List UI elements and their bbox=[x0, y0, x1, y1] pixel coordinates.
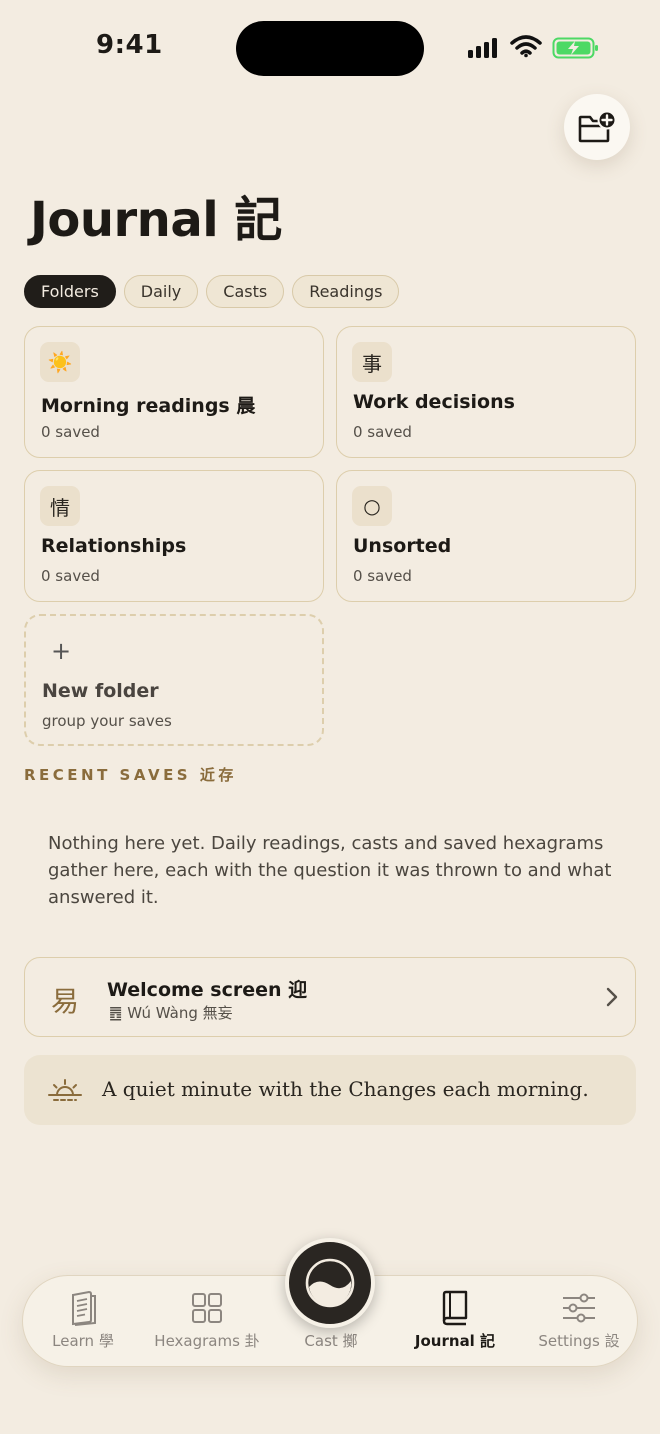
folder-name: Work decisions bbox=[353, 391, 515, 413]
new-folder-card[interactable]: + New folder group your saves bbox=[24, 614, 324, 746]
folder-count: 0 saved bbox=[353, 423, 412, 441]
tab-hexagrams[interactable]: Hexagrams 卦 bbox=[147, 1276, 267, 1368]
folder-plus-icon bbox=[578, 110, 617, 143]
sunrise-icon bbox=[48, 1079, 82, 1101]
tab-journal[interactable]: Journal 記 bbox=[395, 1276, 515, 1368]
cellular-signal-icon bbox=[468, 38, 497, 58]
tab-label: Hexagrams 卦 bbox=[154, 1332, 260, 1350]
book-pages-icon bbox=[72, 1290, 96, 1326]
relationship-glyph-icon: 情 bbox=[40, 486, 80, 526]
tab-label: Journal 記 bbox=[414, 1332, 496, 1350]
daily-quote-banner: A quiet minute with the Changes each mor… bbox=[24, 1055, 636, 1125]
wifi-icon bbox=[510, 35, 542, 58]
grid-icon bbox=[192, 1293, 222, 1323]
welcome-subtitle: ䷘ Wú Wàng 無妄 bbox=[109, 1004, 233, 1022]
folder-count: 0 saved bbox=[41, 423, 100, 441]
folder-name: Unsorted bbox=[353, 535, 452, 557]
welcome-screen-row[interactable]: 易 Welcome screen 迎 ䷘ Wú Wàng 無妄 bbox=[24, 957, 636, 1037]
chip-readings[interactable]: Readings bbox=[292, 275, 400, 308]
dynamic-island bbox=[236, 21, 424, 76]
tab-label: Cast 擲 bbox=[304, 1332, 358, 1350]
sliders-icon bbox=[563, 1293, 595, 1323]
tab-label: Learn 學 bbox=[52, 1332, 114, 1350]
cast-button[interactable] bbox=[285, 1238, 375, 1328]
quote-text: A quiet minute with the Changes each mor… bbox=[102, 1077, 589, 1101]
recent-saves-heading: RECENT SAVES 近存 bbox=[24, 766, 237, 784]
welcome-title: Welcome screen 迎 bbox=[107, 979, 308, 1001]
chip-daily[interactable]: Daily bbox=[123, 275, 199, 308]
yin-yang-icon bbox=[305, 1258, 355, 1308]
folder-card-relationships[interactable]: 情 Relationships 0 saved bbox=[24, 470, 324, 602]
folder-card-unsorted[interactable]: ○ Unsorted 0 saved bbox=[336, 470, 636, 602]
tab-label: Settings 設 bbox=[538, 1332, 620, 1350]
yi-glyph-icon: 易 bbox=[51, 985, 80, 1018]
circle-glyph-icon: ○ bbox=[352, 486, 392, 526]
empty-state-text: Nothing here yet. Daily readings, casts … bbox=[48, 833, 612, 908]
folder-name: Relationships bbox=[41, 535, 187, 557]
journal-book-icon bbox=[442, 1290, 468, 1326]
battery-icon bbox=[552, 37, 598, 59]
folder-count: 0 saved bbox=[41, 567, 100, 585]
tab-learn[interactable]: Learn 學 bbox=[23, 1276, 143, 1368]
plus-icon: + bbox=[50, 637, 72, 665]
folder-card-work-decisions[interactable]: 事 Work decisions 0 saved bbox=[336, 326, 636, 458]
work-glyph-icon: 事 bbox=[352, 342, 392, 382]
sun-emoji-icon: ☀️ bbox=[40, 342, 80, 382]
new-folder-label: New folder bbox=[42, 680, 159, 702]
tab-settings[interactable]: Settings 設 bbox=[519, 1276, 639, 1368]
filter-chips: Folders Daily Casts Readings bbox=[24, 275, 400, 308]
page-title: Journal 記 bbox=[30, 192, 282, 248]
folder-card-morning-readings[interactable]: ☀️ Morning readings 晨 0 saved bbox=[24, 326, 324, 458]
chip-casts[interactable]: Casts bbox=[206, 275, 285, 308]
folder-count: 0 saved bbox=[353, 567, 412, 585]
new-folder-subtitle: group your saves bbox=[42, 712, 172, 730]
status-time: 9:41 bbox=[96, 30, 163, 60]
folder-name: Morning readings 晨 bbox=[41, 395, 256, 417]
chip-folders[interactable]: Folders bbox=[24, 275, 116, 308]
add-folder-button[interactable] bbox=[564, 94, 630, 160]
chevron-right-icon bbox=[606, 987, 618, 1007]
